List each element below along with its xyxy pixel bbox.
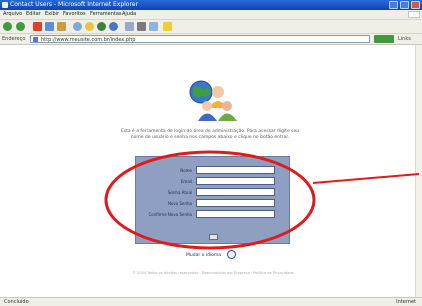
annotation-overlay	[104, 150, 420, 250]
annotation-ellipse	[104, 150, 316, 250]
status-text: Concluído	[4, 299, 29, 305]
zone-text: Internet	[396, 299, 416, 305]
annotation-pointer	[312, 173, 420, 184]
